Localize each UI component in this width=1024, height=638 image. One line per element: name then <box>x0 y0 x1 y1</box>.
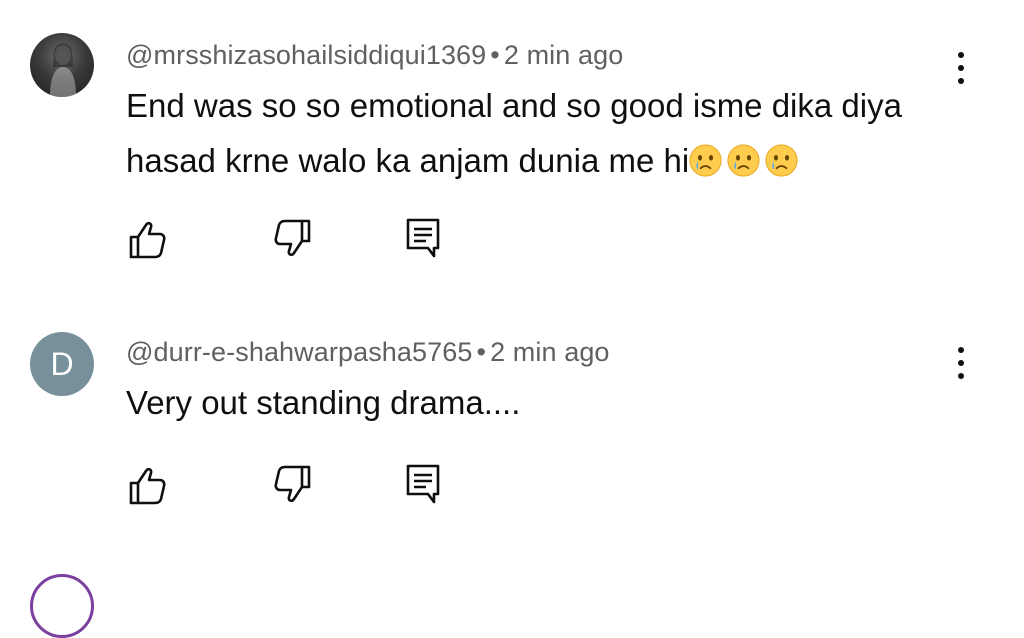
like-button[interactable] <box>126 218 170 262</box>
comment-text-line: End was so so emotional and so good isme… <box>126 87 902 124</box>
like-button[interactable] <box>126 464 170 508</box>
reply-comment-icon <box>406 218 440 258</box>
comment-author[interactable]: @durr-e-shahwarpasha5765 <box>126 337 473 367</box>
reply-button[interactable] <box>404 216 448 260</box>
avatar[interactable] <box>30 574 94 638</box>
comment-time: 2 min ago <box>490 337 610 367</box>
crying-face-emoji <box>727 144 760 177</box>
comment-text-line: hasad krne walo ka anjam dunia me hi <box>126 133 966 188</box>
crying-face-emoji <box>765 144 798 177</box>
dislike-button[interactable] <box>270 462 314 506</box>
dislike-button[interactable] <box>270 216 314 260</box>
thumbs-up-icon <box>129 221 166 259</box>
person-photo-icon <box>50 43 76 97</box>
meta-separator: • <box>476 337 487 367</box>
comment-text: End was so so emotional and so good isme… <box>126 78 966 188</box>
comment-text-line: Very out standing drama.... <box>126 384 521 421</box>
avatar[interactable]: D <box>30 332 94 396</box>
comment-meta: @durr-e-shahwarpasha5765 • 2 min ago <box>126 337 610 368</box>
thumbs-down-icon <box>274 465 311 503</box>
avatar[interactable] <box>30 33 94 97</box>
reply-button[interactable] <box>404 462 448 506</box>
comment-time: 2 min ago <box>503 40 624 70</box>
comment-author[interactable]: @mrsshizasohailsiddiqui1369 <box>126 40 486 70</box>
thumbs-down-icon <box>274 219 311 257</box>
thumbs-up-icon <box>129 467 166 505</box>
reply-comment-icon <box>406 464 440 504</box>
meta-separator: • <box>490 40 500 70</box>
comment-meta: @mrsshizasohailsiddiqui1369 • 2 min ago <box>126 40 623 71</box>
comment-text-fragment: hasad krne walo ka anjam dunia me hi <box>126 142 690 179</box>
crying-face-emoji <box>689 144 722 177</box>
comment-text: Very out standing drama.... <box>126 375 966 430</box>
